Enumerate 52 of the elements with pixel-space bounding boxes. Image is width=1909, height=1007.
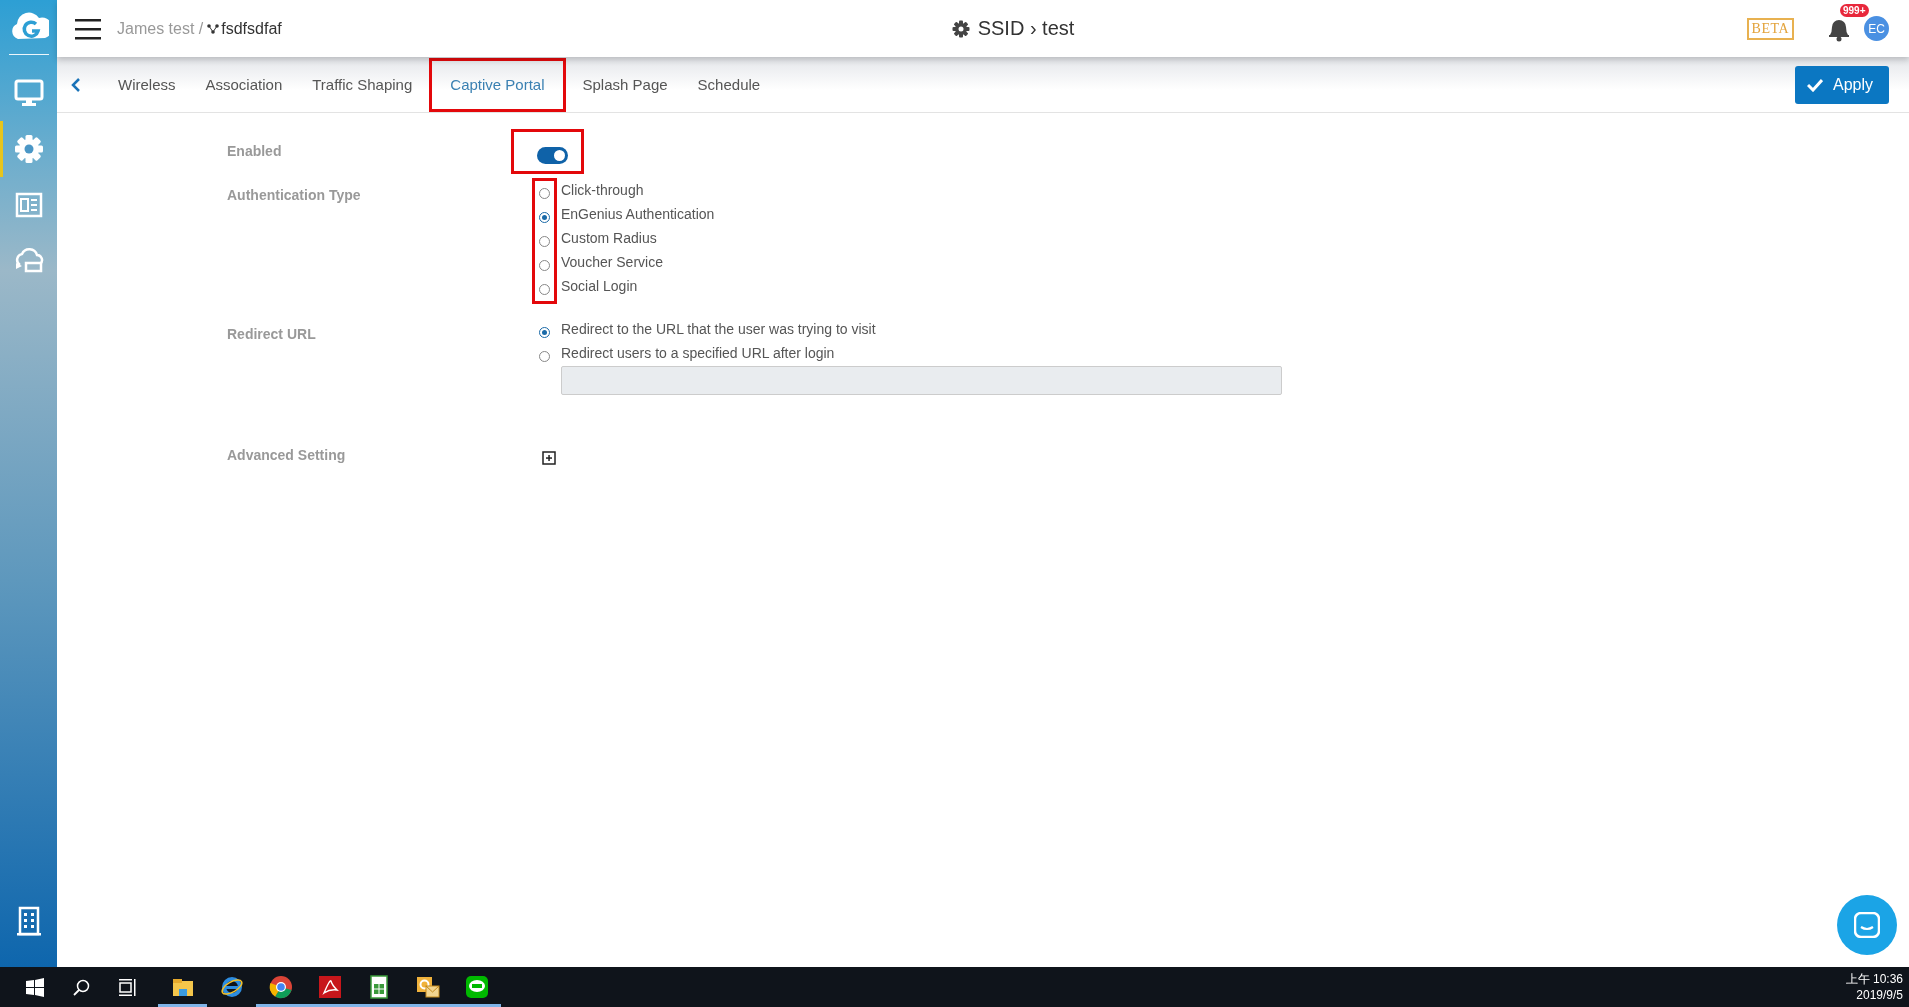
option-label: EnGenius Authentication [561,205,715,224]
expand-button[interactable] [542,449,556,467]
browser-icon [219,975,244,999]
chat-app-icon [464,975,489,999]
tab[interactable]: Captive Portal [429,57,566,112]
menu-icon [75,17,101,40]
pdf-icon [317,975,342,999]
task-view-icon [118,978,136,996]
back-button[interactable] [71,77,81,92]
chevron-left-icon [71,77,81,92]
radio-button[interactable] [539,235,550,247]
monitor-icon [12,77,45,109]
page-title: SSID › test [977,17,1075,40]
field-label: Advanced Setting [227,446,347,465]
clock-date: 2019/9/5 [1855,987,1903,1003]
option-label: Redirect to the URL that the user was trying to visit [561,320,877,339]
field-label: Redirect URL [227,325,317,344]
tab[interactable]: Splash Page [569,64,681,105]
beta-badge: BETA [1746,17,1794,40]
radio-button[interactable] [539,283,550,295]
plus-icon [542,451,556,465]
option-label: Voucher Service [561,253,664,272]
field-label: Authentication Type [227,186,362,205]
notification-badge: 999+ [1840,3,1869,17]
browser-icon [268,975,293,999]
windows-icon [26,977,44,997]
network-name: fsdfsdfaf [221,19,282,38]
radio-button[interactable] [539,259,550,271]
search-icon [72,978,90,996]
option-label: Click-through [561,181,645,200]
tab[interactable]: Schedule [684,64,774,105]
radio-button[interactable] [539,187,550,199]
radio-button[interactable] [539,211,550,223]
tab[interactable]: Association [192,64,296,105]
mail-icon [415,975,440,999]
option-label: Custom Radius [561,229,658,248]
tab[interactable]: Wireless [105,64,189,105]
toggle-switch[interactable] [537,147,568,164]
settings-icon [12,133,45,165]
settings-icon [951,19,970,38]
option-label: Social Login [561,277,639,296]
radio-button[interactable] [539,350,550,362]
check-icon [1806,77,1823,92]
chat-icon [1854,912,1880,938]
option-label: Redirect users to a specified URL after login [561,344,836,363]
network-icon [207,23,220,34]
apply-button[interactable]: Apply [1794,65,1889,104]
radio-button[interactable] [539,326,550,338]
tab[interactable]: Traffic Shaping [299,64,426,105]
clock-time: 上午 10:36 [1845,971,1903,987]
menu-button[interactable] [75,17,101,40]
field-label: Enabled [227,142,283,161]
